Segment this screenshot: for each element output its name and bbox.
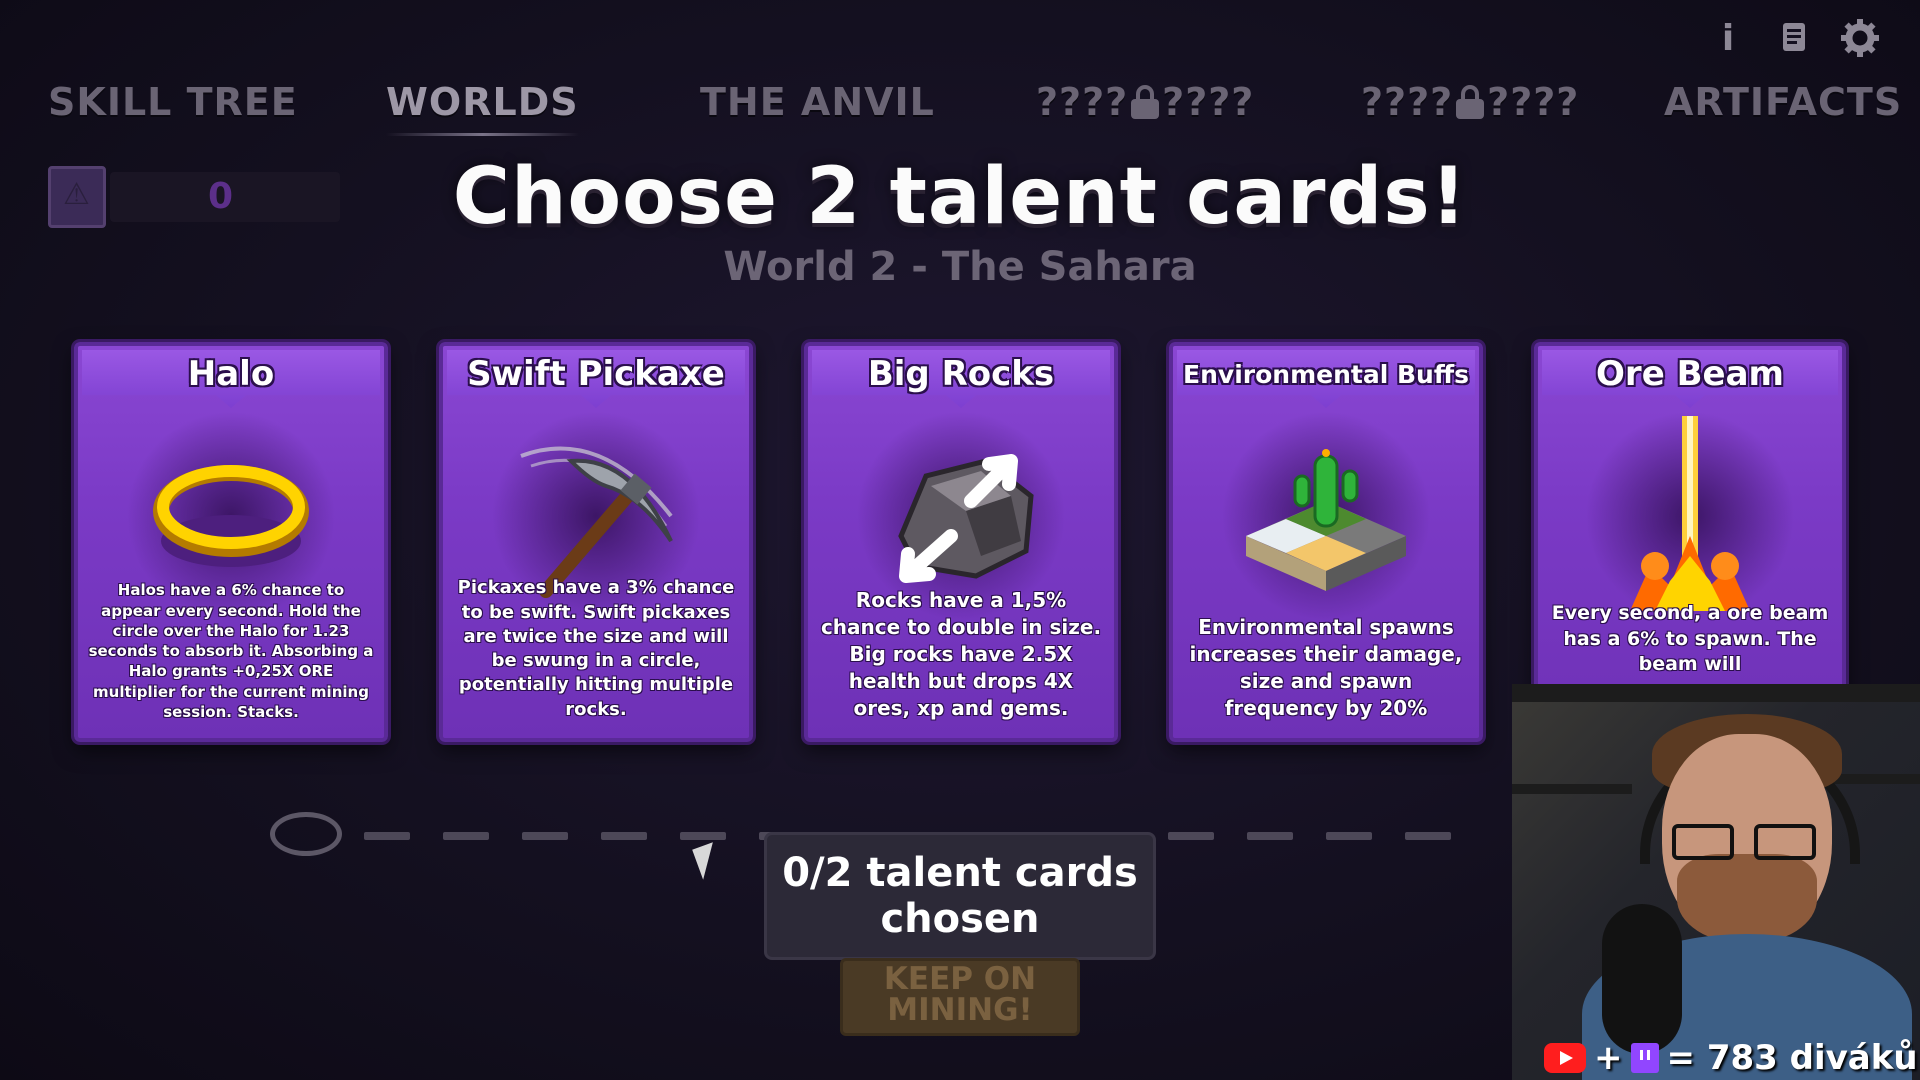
tab-artifacts[interactable]: ARTIFACTS — [1664, 80, 1902, 124]
card-title: Halo — [187, 354, 275, 394]
status-line-1: 0/2 talent cards — [782, 850, 1138, 896]
cactus-tiles-icon — [1173, 411, 1479, 621]
status-line-2: chosen — [880, 896, 1040, 942]
track-dash — [1405, 832, 1451, 840]
talent-card-ore-beam[interactable]: Ore Beam Every second, a ore beam has a … — [1534, 342, 1846, 742]
info-glyph: i — [1721, 17, 1735, 59]
viewer-count-bar: + = 783 diváků — [1544, 1038, 1918, 1078]
webcam-overlay — [1512, 684, 1920, 1080]
twitch-icon — [1630, 1043, 1659, 1073]
keep-button-line-1: KEEP ON — [883, 961, 1037, 997]
info-icon[interactable]: i — [1708, 17, 1748, 59]
gear-icon[interactable] — [1840, 18, 1880, 58]
locked-tab-right: ???? — [1162, 80, 1255, 124]
scroll-icon[interactable] — [1774, 18, 1814, 58]
talent-card-swift-pickaxe[interactable]: Swift Pickaxe Pickaxes have a 3% chance … — [439, 342, 753, 742]
card-title: Environmental Buffs — [1183, 360, 1469, 389]
track-dash — [1168, 832, 1214, 840]
track-start-ring — [270, 812, 342, 856]
track-dash — [522, 832, 568, 840]
lock-icon — [1130, 85, 1160, 119]
page-title: Choose 2 talent cards! — [452, 152, 1468, 242]
youtube-icon — [1544, 1043, 1586, 1073]
locked-tab-left: ???? — [1361, 80, 1454, 124]
talent-card-big-rocks[interactable]: Big Rocks Rocks have a 1,5% chance to do… — [804, 342, 1118, 742]
keep-on-mining-button[interactable]: KEEP ON MINING! — [840, 958, 1080, 1036]
locked-tab-left: ???? — [1036, 80, 1129, 124]
track-dash — [1326, 832, 1372, 840]
tab-the-anvil[interactable]: THE ANVIL — [700, 80, 935, 124]
track-dash — [443, 832, 489, 840]
tab-locked-1[interactable]: ???????? — [1036, 80, 1254, 124]
track-dash — [364, 832, 410, 840]
card-title: Big Rocks — [867, 354, 1055, 394]
ore-beam-icon — [1538, 411, 1842, 621]
card-title: Swift Pickaxe — [467, 354, 725, 394]
big-rock-icon — [808, 411, 1114, 621]
talent-card-halo[interactable]: Halo Halos have a 6% chance to appear ev… — [74, 342, 388, 742]
card-description: Every second, a ore beam has a 6% to spa… — [1551, 602, 1829, 676]
card-description: Pickaxes have a 3% chance to be swift. S… — [457, 577, 735, 720]
tab-worlds[interactable]: WORLDS — [386, 80, 579, 136]
lock-icon — [1455, 85, 1485, 119]
viewer-count: = 783 diváků — [1666, 1038, 1918, 1078]
locked-tab-right: ???? — [1487, 80, 1580, 124]
track-dash — [601, 832, 647, 840]
card-title: Ore Beam — [1596, 354, 1784, 394]
top-icons: i — [1708, 17, 1880, 59]
top-nav: SKILL TREE WORLDS THE ANVIL ???????? ???… — [0, 70, 1920, 136]
selection-status: 0/2 talent cards chosen — [764, 832, 1156, 960]
tab-skill-tree[interactable]: SKILL TREE — [48, 80, 298, 124]
plus-sign: + — [1594, 1038, 1623, 1078]
card-description: Halos have a 6% chance to appear every s… — [88, 581, 374, 721]
world-name: World 2 - The Sahara — [723, 244, 1197, 290]
card-description: Environmental spawns increases their dam… — [1189, 615, 1463, 720]
card-description: Rocks have a 1,5% chance to double in si… — [820, 588, 1102, 720]
keep-button-line-2: MINING! — [887, 992, 1033, 1028]
track-dash — [680, 832, 726, 840]
talent-card-environmental-buffs[interactable]: Environmental Buffs Environmental spawns… — [1169, 342, 1483, 742]
track-dash — [1247, 832, 1293, 840]
tab-locked-2[interactable]: ???????? — [1361, 80, 1579, 124]
